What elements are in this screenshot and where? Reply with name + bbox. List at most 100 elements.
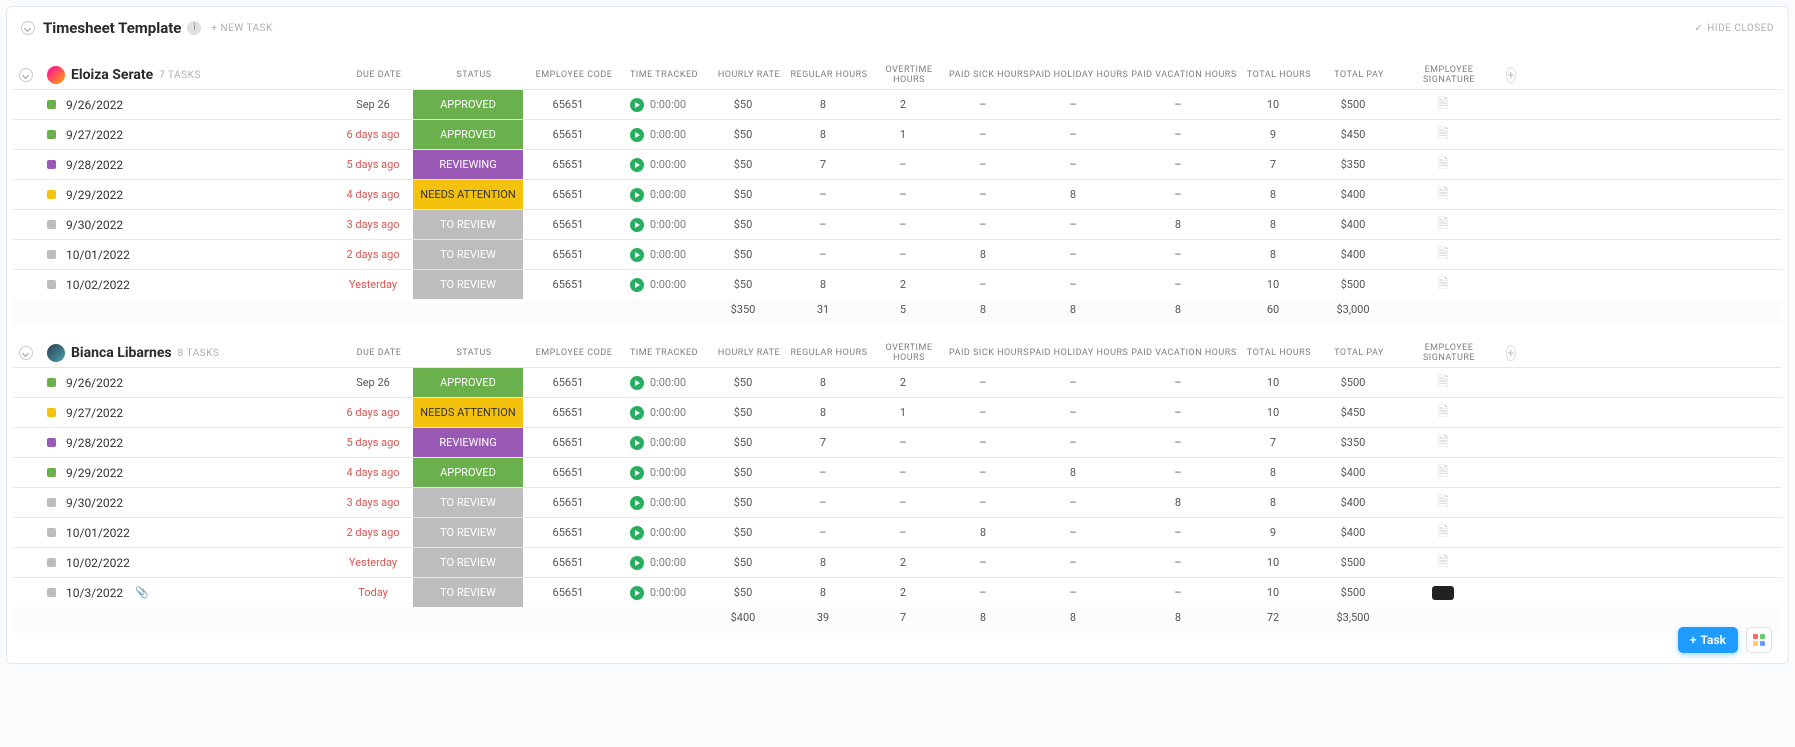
status-cell[interactable]: TO REVIEW xyxy=(413,270,523,299)
time-tracked[interactable]: 0:00:00 xyxy=(630,278,686,292)
paid-sick-hours[interactable]: 8 xyxy=(943,518,1023,547)
due-date[interactable]: 6 days ago xyxy=(346,128,399,141)
regular-hours[interactable]: 8 xyxy=(783,548,863,577)
avatar[interactable] xyxy=(47,66,65,84)
hourly-rate[interactable]: $50 xyxy=(703,398,783,427)
employee-code[interactable]: 65651 xyxy=(523,458,613,487)
play-icon[interactable] xyxy=(630,128,644,142)
employee-code[interactable]: 65651 xyxy=(523,368,613,397)
play-icon[interactable] xyxy=(630,98,644,112)
paid-holiday-hours[interactable]: – xyxy=(1023,210,1123,239)
paid-holiday-hours[interactable]: 8 xyxy=(1023,180,1123,209)
status-cell[interactable]: APPROVED xyxy=(413,458,523,487)
play-icon[interactable] xyxy=(630,436,644,450)
employee-code[interactable]: 65651 xyxy=(523,398,613,427)
employee-code[interactable]: 65651 xyxy=(523,210,613,239)
hourly-rate[interactable]: $50 xyxy=(703,120,783,149)
overtime-hours[interactable]: 2 xyxy=(863,578,943,607)
status-cell[interactable]: APPROVED xyxy=(413,368,523,397)
signature-icon[interactable]: 🗎 xyxy=(1437,123,1448,147)
signature-icon[interactable]: 🗎 xyxy=(1437,431,1448,455)
table-row[interactable]: 9/30/2022 3 days ago TO REVIEW 65651 0:0… xyxy=(13,209,1782,239)
hourly-rate[interactable]: $50 xyxy=(703,368,783,397)
paid-sick-hours[interactable]: – xyxy=(943,578,1023,607)
paid-holiday-hours[interactable]: – xyxy=(1023,368,1123,397)
paid-sick-hours[interactable]: – xyxy=(943,90,1023,119)
total-pay[interactable]: $350 xyxy=(1313,428,1393,457)
table-row[interactable]: 9/26/2022 Sep 26 APPROVED 65651 0:00:00 … xyxy=(13,367,1782,397)
employee-code[interactable]: 65651 xyxy=(523,150,613,179)
play-icon[interactable] xyxy=(630,556,644,570)
time-tracked[interactable]: 0:00:00 xyxy=(630,128,686,142)
paid-vacation-hours[interactable]: – xyxy=(1123,428,1233,457)
paid-vacation-hours[interactable]: – xyxy=(1123,518,1233,547)
col-paid-vacation-hours[interactable]: PAID VACATION HOURS xyxy=(1129,348,1239,358)
time-tracked[interactable]: 0:00:00 xyxy=(630,586,686,600)
overtime-hours[interactable]: – xyxy=(863,428,943,457)
play-icon[interactable] xyxy=(630,188,644,202)
table-row[interactable]: 10/01/2022 2 days ago TO REVIEW 65651 0:… xyxy=(13,517,1782,547)
overtime-hours[interactable]: 2 xyxy=(863,548,943,577)
col-employee-signature[interactable]: EMPLOYEE SIGNATURE xyxy=(1399,65,1499,85)
table-row[interactable]: 10/01/2022 2 days ago TO REVIEW 65651 0:… xyxy=(13,239,1782,269)
task-title[interactable]: 10/02/2022 xyxy=(66,556,130,570)
total-hours[interactable]: 8 xyxy=(1233,180,1313,209)
signature-icon[interactable]: 🗎 xyxy=(1437,273,1448,297)
paid-sick-hours[interactable]: – xyxy=(943,548,1023,577)
paid-vacation-hours[interactable]: – xyxy=(1123,398,1233,427)
due-date[interactable]: Yesterday xyxy=(349,278,397,291)
status-cell[interactable]: REVIEWING xyxy=(413,150,523,179)
table-row[interactable]: 9/28/2022 5 days ago REVIEWING 65651 0:0… xyxy=(13,149,1782,179)
total-pay[interactable]: $500 xyxy=(1313,270,1393,299)
total-hours[interactable]: 7 xyxy=(1233,428,1313,457)
employee-code[interactable]: 65651 xyxy=(523,488,613,517)
due-date[interactable]: 2 days ago xyxy=(346,248,399,261)
time-tracked[interactable]: 0:00:00 xyxy=(630,406,686,420)
hourly-rate[interactable]: $50 xyxy=(703,240,783,269)
person-name[interactable]: Bianca Libarnes xyxy=(71,345,172,361)
employee-code[interactable]: 65651 xyxy=(523,240,613,269)
status-cell[interactable]: TO REVIEW xyxy=(413,578,523,607)
paid-vacation-hours[interactable]: – xyxy=(1123,240,1233,269)
play-icon[interactable] xyxy=(630,586,644,600)
play-icon[interactable] xyxy=(630,496,644,510)
total-pay[interactable]: $400 xyxy=(1313,210,1393,239)
overtime-hours[interactable]: 1 xyxy=(863,398,943,427)
regular-hours[interactable]: – xyxy=(783,240,863,269)
col-overtime-hours[interactable]: OVERTIME HOURS xyxy=(869,343,949,363)
regular-hours[interactable]: – xyxy=(783,180,863,209)
task-title[interactable]: 10/01/2022 xyxy=(66,526,130,540)
total-pay[interactable]: $450 xyxy=(1313,120,1393,149)
hourly-rate[interactable]: $50 xyxy=(703,90,783,119)
overtime-hours[interactable]: 2 xyxy=(863,368,943,397)
total-hours[interactable]: 9 xyxy=(1233,120,1313,149)
overtime-hours[interactable]: 2 xyxy=(863,90,943,119)
paid-holiday-hours[interactable]: – xyxy=(1023,240,1123,269)
paid-vacation-hours[interactable]: 8 xyxy=(1123,488,1233,517)
attachment-icon[interactable]: 📎 xyxy=(135,586,149,599)
hourly-rate[interactable]: $50 xyxy=(703,180,783,209)
status-cell[interactable]: TO REVIEW xyxy=(413,240,523,269)
status-cell[interactable]: APPROVED xyxy=(413,120,523,149)
due-date[interactable]: 2 days ago xyxy=(346,526,399,539)
task-title[interactable]: 9/27/2022 xyxy=(66,128,123,142)
task-title[interactable]: 9/29/2022 xyxy=(66,466,123,480)
paid-holiday-hours[interactable]: – xyxy=(1023,518,1123,547)
paid-sick-hours[interactable]: – xyxy=(943,488,1023,517)
due-date[interactable]: Sep 26 xyxy=(356,376,390,389)
paid-holiday-hours[interactable]: – xyxy=(1023,120,1123,149)
time-tracked[interactable]: 0:00:00 xyxy=(630,526,686,540)
time-tracked[interactable]: 0:00:00 xyxy=(630,158,686,172)
col-regular-hours[interactable]: REGULAR HOURS xyxy=(789,70,869,80)
signature-icon[interactable]: 🗎 xyxy=(1437,461,1448,485)
play-icon[interactable] xyxy=(630,158,644,172)
overtime-hours[interactable]: – xyxy=(863,240,943,269)
hourly-rate[interactable]: $50 xyxy=(703,150,783,179)
hourly-rate[interactable]: $50 xyxy=(703,578,783,607)
total-hours[interactable]: 10 xyxy=(1233,90,1313,119)
regular-hours[interactable]: 8 xyxy=(783,398,863,427)
overtime-hours[interactable]: – xyxy=(863,488,943,517)
regular-hours[interactable]: – xyxy=(783,488,863,517)
overtime-hours[interactable]: – xyxy=(863,210,943,239)
paid-sick-hours[interactable]: – xyxy=(943,368,1023,397)
